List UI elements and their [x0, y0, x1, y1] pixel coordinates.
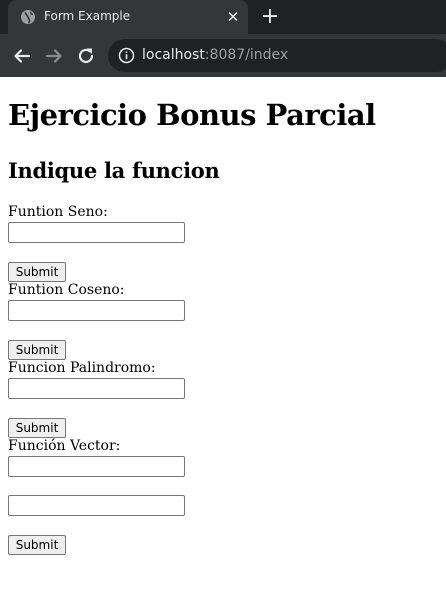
- forward-arrow-icon[interactable]: [41, 43, 67, 69]
- new-tab-button[interactable]: +: [260, 6, 280, 28]
- coseno-submit-button[interactable]: Submit: [8, 340, 66, 360]
- vector-input[interactable]: [8, 456, 185, 477]
- url-host: localhost: [142, 47, 205, 63]
- palindromo-submit-button[interactable]: Submit: [8, 418, 66, 438]
- vector-label: Función Vector:: [8, 438, 121, 454]
- page-subtitle: Indique la funcion: [8, 158, 220, 183]
- seno-input[interactable]: [8, 222, 185, 243]
- seno-label: Funtion Seno:: [8, 204, 108, 220]
- page-title: Ejercicio Bonus Parcial: [8, 98, 376, 132]
- address-bar[interactable]: localhost:8087/index: [108, 39, 446, 72]
- coseno-label: Funtion Coseno:: [8, 282, 125, 298]
- reload-icon[interactable]: [73, 43, 99, 69]
- close-tab-icon[interactable]: ✕: [224, 8, 242, 26]
- browser-tabstrip: Form Example ✕ +: [0, 0, 446, 34]
- vector-input-2[interactable]: [8, 495, 185, 516]
- seno-submit-button[interactable]: Submit: [8, 262, 66, 282]
- globe-icon: [21, 10, 35, 24]
- back-arrow-icon[interactable]: [9, 43, 35, 69]
- palindromo-label: Funcion Palindromo:: [8, 360, 156, 376]
- vector-submit-button[interactable]: Submit: [8, 535, 66, 555]
- url-path: :8087/index: [204, 47, 289, 63]
- tab-title: Form Example: [44, 9, 131, 23]
- url-text[interactable]: localhost:8087/index: [142, 47, 288, 63]
- browser-toolbar: localhost:8087/index: [0, 34, 446, 77]
- browser-tab[interactable]: Form Example ✕: [8, 0, 248, 34]
- info-icon[interactable]: [118, 47, 135, 64]
- coseno-input[interactable]: [8, 300, 185, 321]
- palindromo-input[interactable]: [8, 378, 185, 399]
- page-content: Ejercicio Bonus Parcial Indique la funci…: [0, 77, 446, 597]
